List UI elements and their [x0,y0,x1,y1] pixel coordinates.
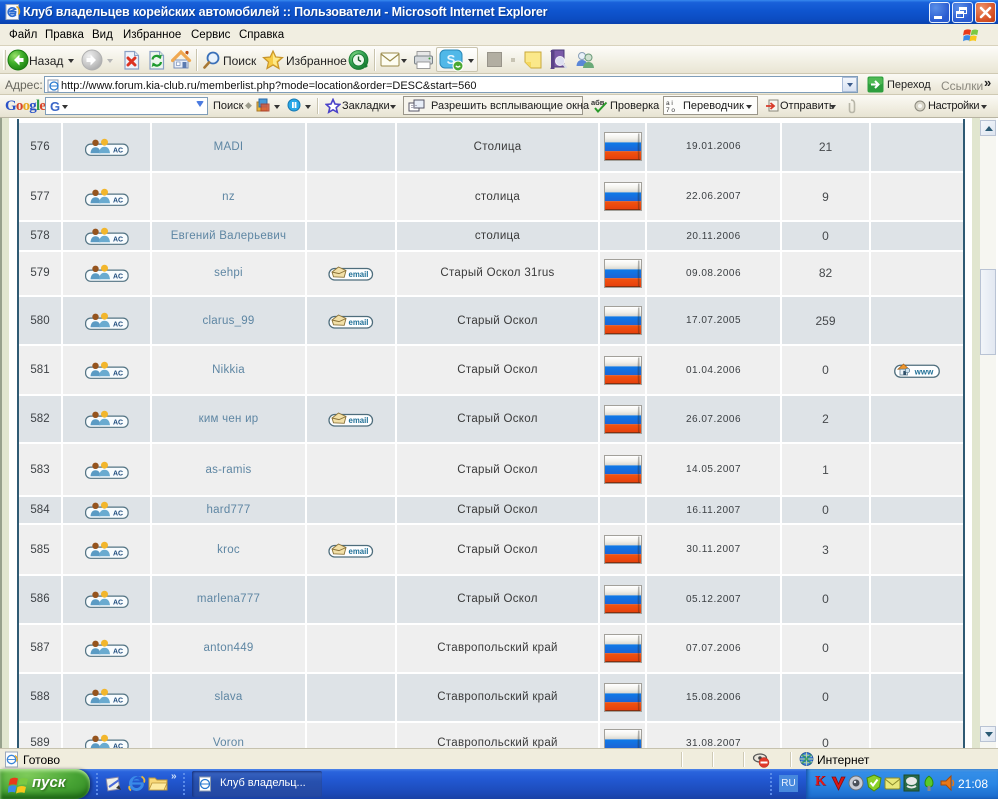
svg-text:a і: a і [666,99,673,107]
svg-text:7 о: 7 о [666,107,675,113]
